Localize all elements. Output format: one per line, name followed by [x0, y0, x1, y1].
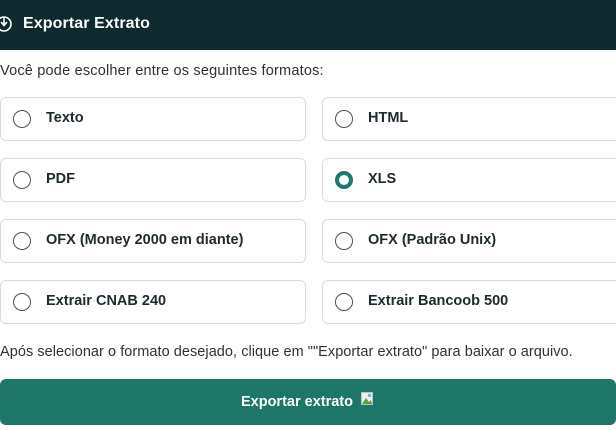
intro-text: Você pode escolher entre os seguintes fo… [0, 63, 324, 79]
radio-button[interactable] [335, 232, 353, 250]
dialog-title: Exportar Extrato [23, 15, 150, 32]
radio-button[interactable] [13, 232, 31, 250]
format-label: XLS [368, 171, 397, 187]
format-label: HTML [368, 110, 409, 126]
format-label: OFX (Padrão Unix) [368, 232, 497, 248]
export-button[interactable]: Exportar extrato [0, 379, 616, 425]
radio-button[interactable] [13, 110, 31, 128]
format-option-xls[interactable]: XLS [322, 158, 616, 202]
format-label: OFX (Money 2000 em diante) [46, 232, 244, 248]
instruction-note: Após selecionar o formato desejado, cliq… [0, 344, 573, 360]
format-option-html[interactable]: HTML [322, 97, 616, 141]
format-option-ofx-money[interactable]: OFX (Money 2000 em diante) [0, 219, 306, 263]
broken-image-icon [361, 392, 375, 406]
radio-button-checked[interactable] [335, 171, 353, 189]
radio-button[interactable] [13, 171, 31, 189]
radio-button[interactable] [335, 293, 353, 311]
format-option-ofx-unix[interactable]: OFX (Padrão Unix) [322, 219, 616, 263]
dialog-header: Exportar Extrato [0, 0, 616, 50]
format-label: Texto [46, 110, 84, 126]
radio-button[interactable] [13, 293, 31, 311]
format-option-texto[interactable]: Texto [0, 97, 306, 141]
format-option-bancoob-500[interactable]: Extrair Bancoob 500 [322, 280, 616, 324]
radio-button[interactable] [335, 110, 353, 128]
format-option-pdf[interactable]: PDF [0, 158, 306, 202]
format-label: Extrair Bancoob 500 [368, 293, 509, 309]
format-option-cnab-240[interactable]: Extrair CNAB 240 [0, 280, 306, 324]
download-circle-icon [0, 14, 14, 34]
export-button-label: Exportar extrato [240, 394, 353, 410]
format-label: PDF [46, 171, 75, 187]
format-label: Extrair CNAB 240 [46, 293, 167, 309]
